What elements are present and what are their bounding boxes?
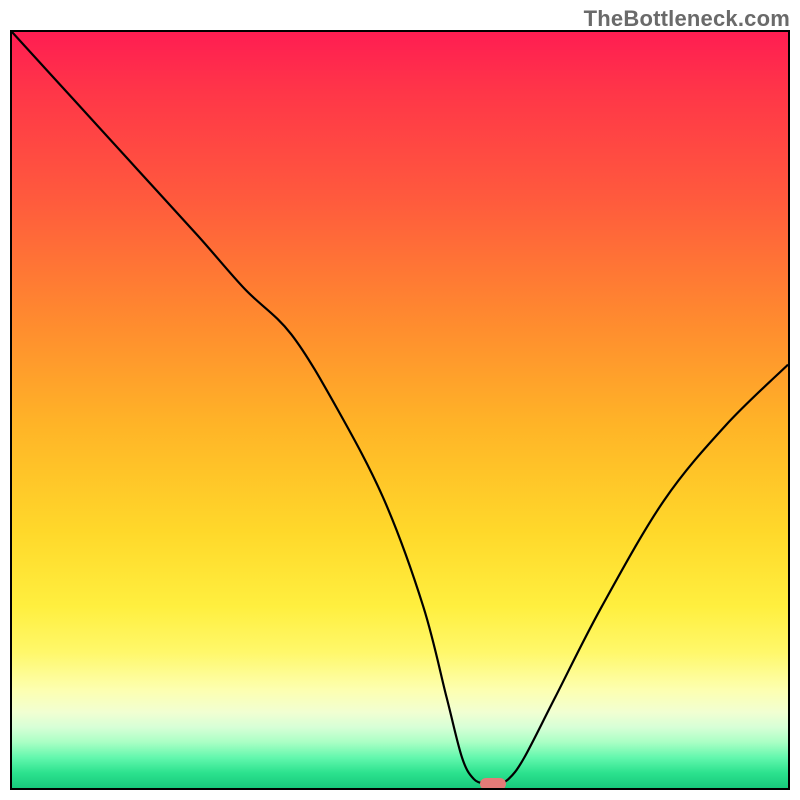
chart-container: TheBottleneck.com (0, 0, 800, 800)
optimum-marker (480, 778, 506, 790)
watermark-label: TheBottleneck.com (584, 6, 790, 32)
plot-frame (10, 30, 790, 790)
curve-path (12, 32, 788, 784)
bottleneck-curve (12, 32, 788, 788)
